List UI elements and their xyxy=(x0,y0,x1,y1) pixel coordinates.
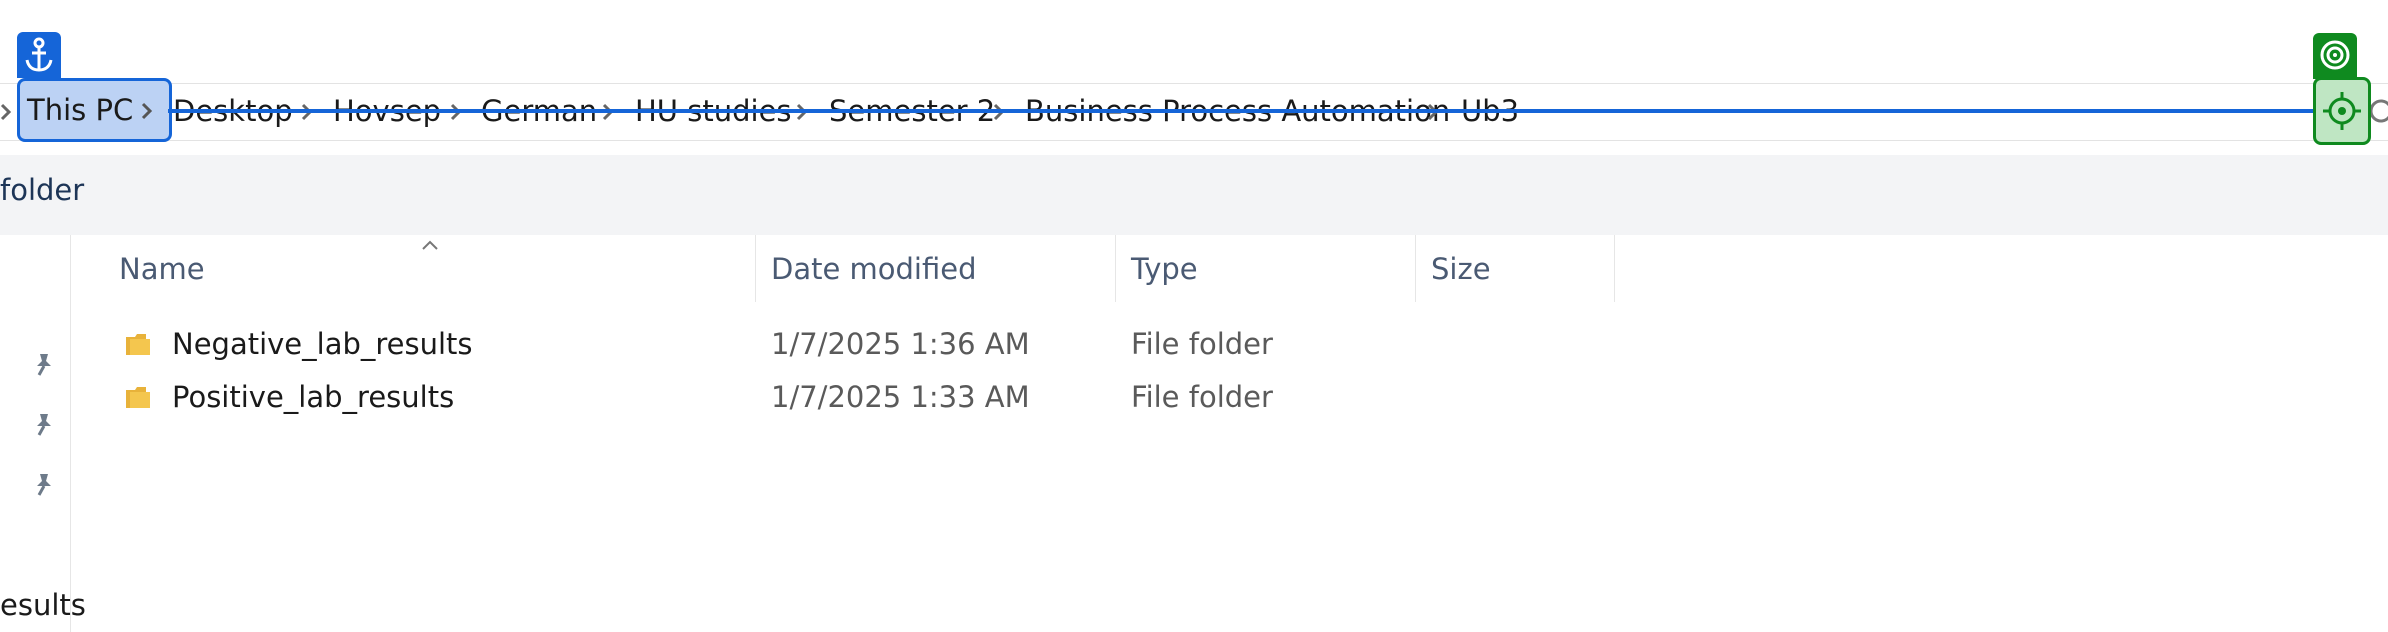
folder-icon xyxy=(124,382,154,412)
refresh-icon[interactable] xyxy=(2369,95,2388,125)
column-header-date-modified[interactable]: Date modified xyxy=(771,252,977,286)
pin-icon[interactable] xyxy=(31,411,57,437)
command-bar-label[interactable]: folder xyxy=(0,173,84,207)
anchor-tab xyxy=(17,32,61,78)
file-name[interactable]: Positive_lab_results xyxy=(172,380,454,414)
sort-up-icon xyxy=(421,236,439,250)
file-type: File folder xyxy=(1131,380,1273,414)
drag-path-line xyxy=(168,109,2318,113)
target-tab xyxy=(2313,33,2357,79)
anchor-icon xyxy=(25,37,53,72)
file-row[interactable]: Positive_lab_results 1/7/2025 1:33 AM Fi… xyxy=(72,372,2388,424)
breadcrumb-item-this-pc-overlay[interactable]: This PC xyxy=(27,92,133,128)
file-type: File folder xyxy=(1131,327,1273,361)
file-date-modified: 1/7/2025 1:36 AM xyxy=(771,327,1030,361)
column-header-name[interactable]: Name xyxy=(119,252,205,286)
chevron-right-icon xyxy=(0,103,18,121)
file-date-modified: 1/7/2025 1:33 AM xyxy=(771,380,1030,414)
crosshair-icon xyxy=(2323,92,2361,130)
drop-target-highlight xyxy=(2313,77,2371,145)
file-name[interactable]: Negative_lab_results xyxy=(172,327,473,361)
column-divider[interactable] xyxy=(1115,235,1116,302)
column-header-type[interactable]: Type xyxy=(1131,252,1198,286)
column-divider[interactable] xyxy=(1614,235,1615,302)
column-divider[interactable] xyxy=(1415,235,1416,302)
command-bar: folder xyxy=(0,155,2388,235)
pin-icon[interactable] xyxy=(31,351,57,377)
column-header-size[interactable]: Size xyxy=(1431,252,1491,286)
chevron-right-icon xyxy=(140,102,154,120)
target-icon xyxy=(2320,40,2350,70)
folder-icon xyxy=(124,329,154,359)
pin-icon[interactable] xyxy=(31,471,57,497)
nav-item-label[interactable]: esults xyxy=(0,588,86,622)
file-row[interactable]: Negative_lab_results 1/7/2025 1:36 AM Fi… xyxy=(72,319,2388,371)
column-divider[interactable] xyxy=(755,235,756,302)
